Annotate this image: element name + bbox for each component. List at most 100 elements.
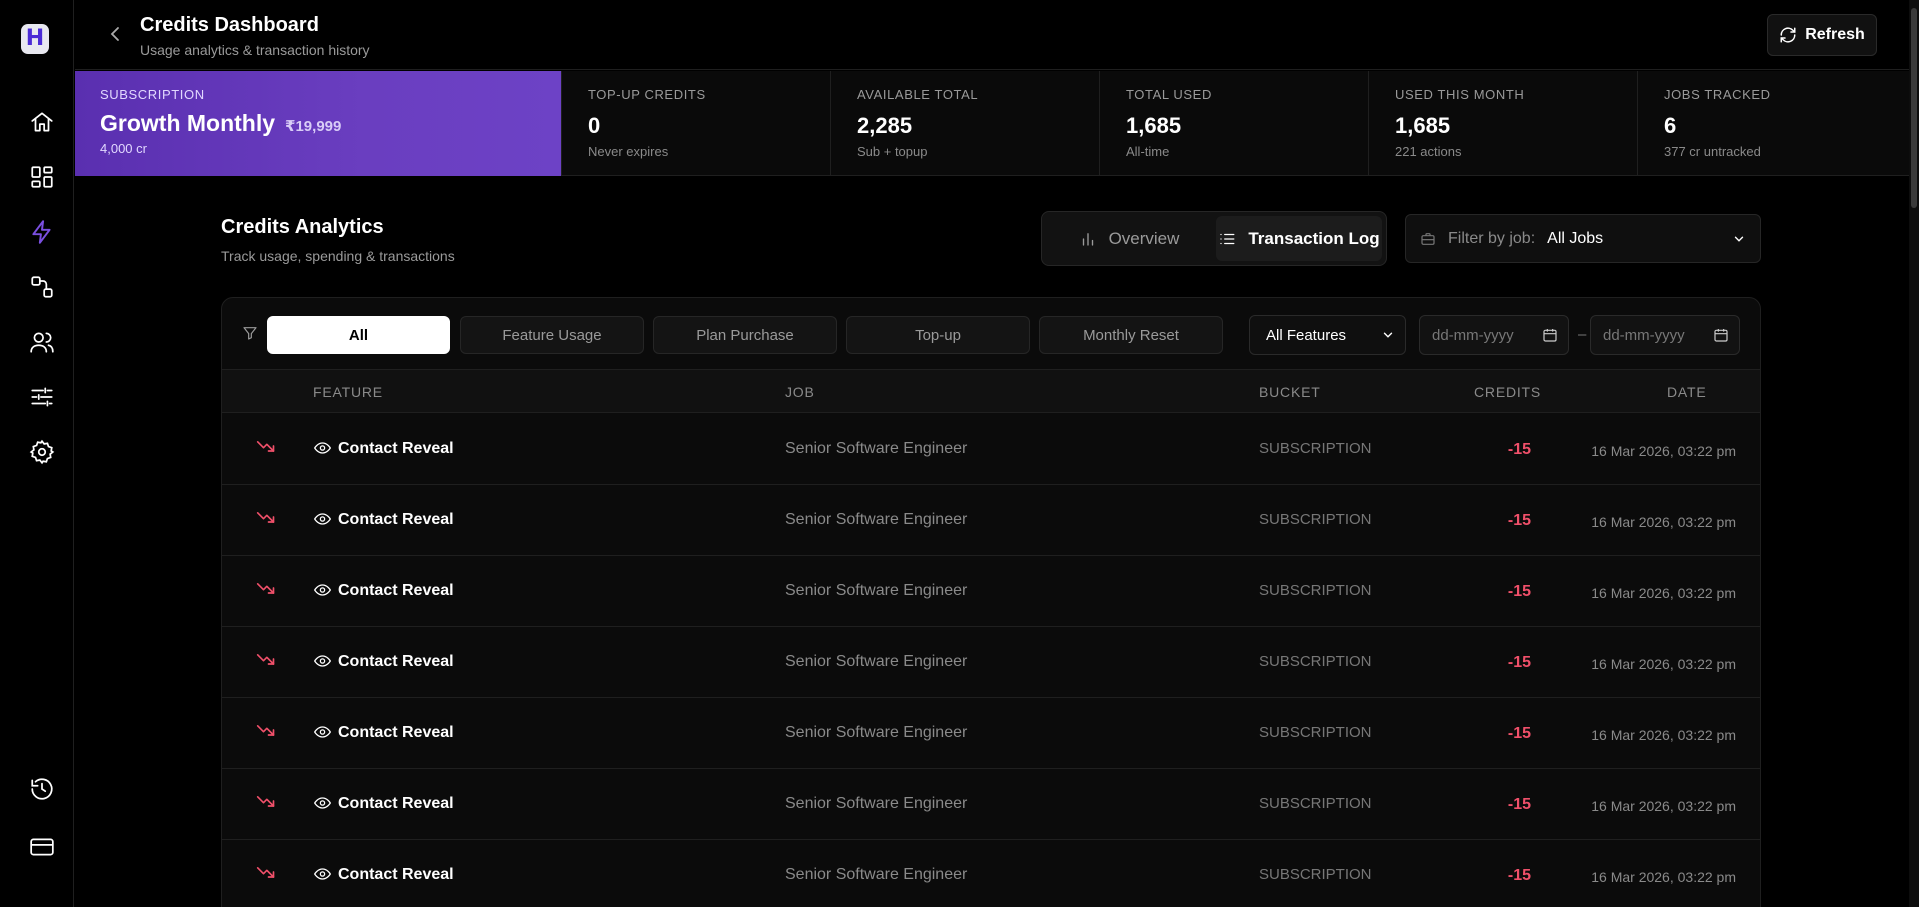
sliders-icon[interactable] [28, 383, 56, 411]
billing-card-icon[interactable] [28, 833, 56, 861]
table-row[interactable]: Contact Reveal Senior Software Engineer SU… [222, 769, 1760, 840]
stat-value: 6 [1664, 113, 1677, 138]
trending-down-icon [256, 796, 275, 807]
date-cell: 16 Mar 2026, 03:22 pm [1591, 869, 1736, 885]
list-icon [1220, 233, 1235, 244]
chevron-down-icon [1734, 236, 1744, 242]
tab-transaction-log-label: Transaction Log [1248, 228, 1380, 248]
column-header-job[interactable]: JOB [785, 384, 815, 400]
job-filter-label: Filter by job: [1448, 229, 1536, 247]
job-cell: Senior Software Engineer [785, 866, 968, 883]
tab-overview[interactable]: Overview [1046, 216, 1212, 261]
filter-icon [243, 327, 257, 340]
users-icon[interactable] [28, 328, 56, 356]
workflow-icon[interactable] [28, 273, 56, 301]
table-row[interactable]: Contact Reveal Senior Software Engineer SU… [222, 840, 1760, 907]
feature-cell: Contact Reveal [338, 653, 454, 670]
stat-label: TOTAL USED [1126, 87, 1212, 102]
page-header: Credits Dashboard Usage analytics & tran… [75, 0, 1909, 70]
chip-all[interactable]: All [267, 316, 450, 354]
date-to-placeholder: dd-mm-yyyy [1603, 326, 1685, 344]
stat-total-used: TOTAL USED 1,685 All-time [1099, 71, 1369, 176]
chip-monthly-reset[interactable]: Monthly Reset [1039, 316, 1223, 354]
dashboard-icon[interactable] [28, 163, 56, 191]
analytics-subtitle: Track usage, spending & transactions [221, 248, 455, 264]
chevron-left-icon [110, 27, 119, 41]
job-cell: Senior Software Engineer [785, 653, 968, 670]
stat-jobs-tracked: JOBS TRACKED 6 377 cr untracked [1637, 71, 1907, 176]
stat-available-total: AVAILABLE TOTAL 2,285 Sub + topup [830, 71, 1100, 176]
briefcase-icon [1421, 232, 1435, 245]
stat-label: TOP-UP CREDITS [588, 87, 706, 102]
trending-down-icon [256, 441, 275, 452]
stat-value: 1,685 [1126, 113, 1182, 138]
stat-label: AVAILABLE TOTAL [857, 87, 979, 102]
trending-down-icon [256, 511, 275, 523]
table-header: FEATURE JOB BUCKET CREDITS DATE [222, 370, 1760, 413]
stat-used-this-month: USED THIS MONTH 1,685 221 actions [1368, 71, 1638, 176]
calendar-icon[interactable] [1713, 327, 1729, 343]
credits-cell: -15 [1507, 512, 1531, 529]
job-cell: Senior Software Engineer [785, 724, 968, 741]
table-row[interactable]: Contact Reveal Senior Software Engineer SU… [222, 627, 1760, 698]
feature-cell: Contact Reveal [338, 582, 454, 599]
column-header-feature[interactable]: FEATURE [313, 384, 383, 400]
subscription-label: SUBSCRIPTION [100, 87, 205, 102]
trending-down-icon [256, 654, 275, 665]
feature-select[interactable]: All Features [1249, 315, 1406, 355]
refresh-button[interactable]: Refresh [1767, 14, 1877, 56]
eye-icon [314, 655, 331, 667]
chevron-down-icon [1383, 332, 1393, 338]
chip-plan-purchase[interactable]: Plan Purchase [653, 316, 837, 354]
feature-cell: Contact Reveal [338, 795, 454, 812]
trending-down-icon [256, 725, 275, 736]
column-header-date[interactable]: DATE [1667, 384, 1707, 400]
chip-top-up[interactable]: Top-up [846, 316, 1030, 354]
app-logo[interactable]: H [21, 24, 49, 54]
settings-icon[interactable] [28, 438, 56, 466]
date-cell: 16 Mar 2026, 03:22 pm [1591, 798, 1736, 814]
tab-overview-label: Overview [1108, 228, 1180, 248]
column-header-credits[interactable]: CREDITS [1474, 384, 1541, 400]
credits-cell: -15 [1507, 796, 1531, 813]
feature-cell: Contact Reveal [338, 724, 454, 741]
date-cell: 16 Mar 2026, 03:22 pm [1591, 585, 1736, 601]
job-filter-select[interactable]: Filter by job: All Jobs [1405, 214, 1761, 263]
job-cell: Senior Software Engineer [785, 795, 968, 812]
job-filter-value: All Jobs [1547, 229, 1604, 247]
eye-icon [314, 584, 331, 596]
history-icon[interactable] [28, 775, 56, 803]
credits-cell: -15 [1507, 725, 1531, 742]
column-header-bucket[interactable]: BUCKET [1259, 384, 1321, 400]
subscription-card: SUBSCRIPTION Growth Monthly ₹19,999 4,00… [75, 71, 561, 176]
home-icon[interactable] [28, 108, 56, 136]
credits-bolt-icon[interactable] [28, 218, 56, 246]
stat-topup-credits: TOP-UP CREDITS 0 Never expires [561, 71, 831, 176]
date-cell: 16 Mar 2026, 03:22 pm [1591, 727, 1736, 743]
page-title: Credits Dashboard [140, 14, 319, 36]
subscription-plan: Growth Monthly [100, 110, 276, 136]
table-row[interactable]: Contact Reveal Senior Software Engineer SU… [222, 414, 1760, 485]
table-row[interactable]: Contact Reveal Senior Software Engineer SU… [222, 485, 1760, 556]
back-button[interactable] [105, 22, 125, 46]
bucket-cell: SUBSCRIPTION [1259, 724, 1372, 741]
chip-feature-usage[interactable]: Feature Usage [460, 316, 644, 354]
subscription-credits: 4,000 cr [100, 141, 147, 156]
refresh-icon [1780, 27, 1796, 43]
date-to-input[interactable]: dd-mm-yyyy [1590, 315, 1740, 355]
date-cell: 16 Mar 2026, 03:22 pm [1591, 443, 1736, 459]
analytics-title: Credits Analytics [221, 216, 384, 238]
subscription-price: ₹19,999 [285, 118, 342, 135]
credits-cell: -15 [1507, 654, 1531, 671]
stat-sub: Sub + topup [857, 144, 928, 159]
table-row[interactable]: Contact Reveal Senior Software Engineer SU… [222, 556, 1760, 627]
date-from-input[interactable]: dd-mm-yyyy [1419, 315, 1569, 355]
scrollbar-thumb[interactable] [1911, 8, 1917, 208]
eye-icon [314, 726, 331, 738]
table-row[interactable]: Contact Reveal Senior Software Engineer SU… [222, 698, 1760, 769]
eye-icon [314, 513, 331, 525]
eye-icon [314, 868, 331, 880]
calendar-icon[interactable] [1542, 327, 1558, 343]
tab-transaction-log[interactable]: Transaction Log [1216, 216, 1382, 261]
stat-label: USED THIS MONTH [1395, 87, 1525, 102]
